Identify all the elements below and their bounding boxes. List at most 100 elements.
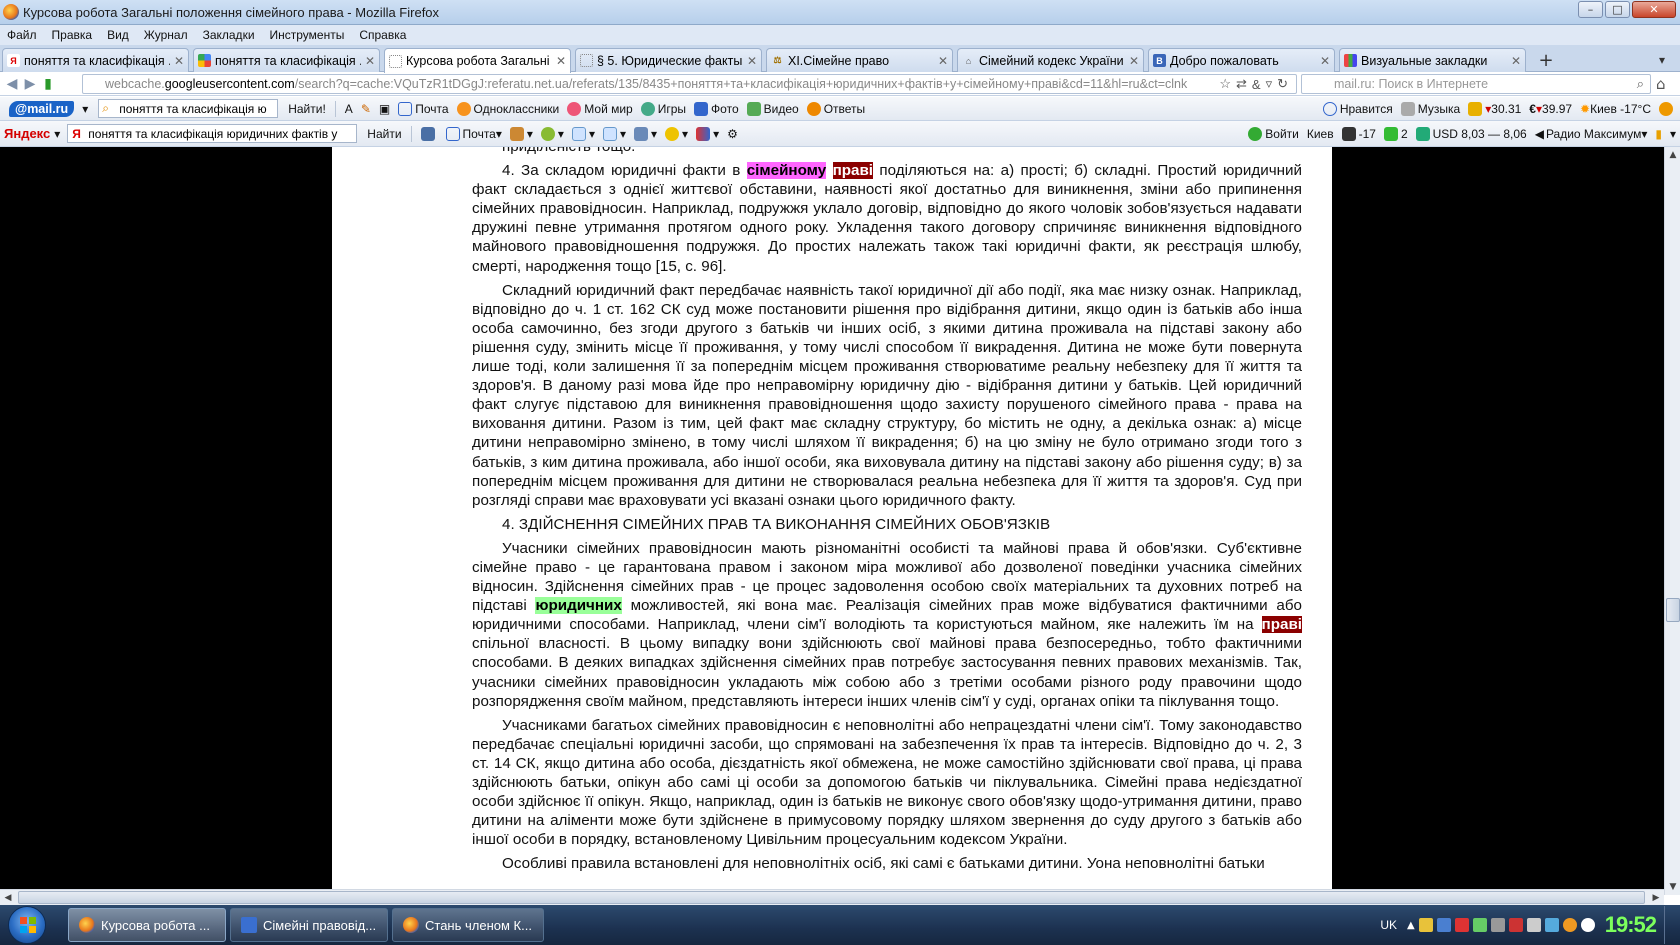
menu-bookmarks[interactable]: Закладки — [203, 28, 255, 42]
scroll-up-icon[interactable]: ▲ — [1665, 147, 1680, 163]
yandex-logo[interactable]: Яндекс — [4, 126, 50, 141]
tab-list-icon[interactable]: ▾ — [1650, 49, 1674, 71]
screenshot-icon[interactable]: ▣ — [375, 102, 394, 116]
spellcheck-icon[interactable]: ▾ — [568, 126, 599, 141]
scroll-down-icon[interactable]: ▼ — [1665, 879, 1680, 895]
show-desktop-button[interactable] — [1664, 906, 1674, 944]
screen-tool-icon[interactable]: ▾ — [630, 126, 661, 141]
tray-expand-icon[interactable]: ▲ — [1407, 920, 1415, 931]
tray-app-icon[interactable] — [1508, 918, 1523, 932]
toolbar-moi-mir-link[interactable]: Мой мир — [563, 101, 636, 116]
tab-close-icon[interactable]: ✕ — [365, 54, 375, 68]
toolbar-photo-link[interactable]: Фото — [690, 101, 743, 116]
login-button[interactable]: Войти — [1244, 126, 1303, 141]
radio-widget[interactable]: ◀ Радио Максимум ▾ — [1531, 127, 1652, 141]
tab-6[interactable]: ⌂ Сімейний кодекс України | ... ✕ — [957, 48, 1144, 72]
translate-tool-icon[interactable]: ▾ — [599, 126, 630, 141]
tab-2[interactable]: поняття та класифікація ... ✕ — [193, 48, 380, 72]
translate-icon[interactable]: ⇄ — [1236, 76, 1247, 92]
taskbar-word-task[interactable]: Сімейні правовід... — [230, 908, 388, 942]
close-button[interactable]: ✕ — [1632, 1, 1676, 18]
font-size-icon[interactable]: A — [341, 102, 357, 116]
usd-rate[interactable]: ▾ 30.31 — [1464, 101, 1525, 116]
tab-close-icon[interactable]: ✕ — [938, 54, 948, 68]
taskbar-firefox-task-2[interactable]: Стань членом К... — [392, 908, 544, 942]
reload-icon[interactable]: ↻ — [1277, 76, 1288, 92]
tray-app-icon[interactable] — [1454, 918, 1469, 932]
tray-app-icon[interactable] — [1472, 918, 1487, 932]
scroll-thumb[interactable] — [1666, 598, 1680, 622]
clock[interactable]: 19:52 — [1605, 912, 1657, 938]
tab-close-icon[interactable]: ✕ — [1511, 54, 1521, 68]
tray-app-icon[interactable] — [1544, 918, 1559, 932]
tab-7[interactable]: B Добро пожаловать ✕ — [1148, 48, 1335, 72]
currency-widget[interactable]: USD 8,03 — 8,06 — [1412, 126, 1531, 141]
volume-icon[interactable] — [1526, 918, 1541, 932]
star-icon[interactable]: ☆ — [1219, 76, 1231, 92]
yandex-mail-button[interactable]: Почта ▾ — [442, 126, 506, 141]
home-icon[interactable]: ⌂ — [1656, 75, 1674, 93]
network-icon[interactable] — [1490, 918, 1505, 932]
tab-4[interactable]: § 5. Юридические факты ... ✕ — [575, 48, 762, 72]
language-indicator[interactable]: UK — [1380, 918, 1397, 932]
favorites-icon[interactable]: ▾ — [537, 126, 568, 141]
menu-file[interactable]: Файл — [7, 28, 37, 42]
toolbar-mail-link[interactable]: Почта — [394, 101, 452, 116]
weather-temp[interactable]: -17 — [1338, 126, 1380, 141]
toolbar-like-link[interactable]: Нравится — [1319, 101, 1397, 116]
menu-history[interactable]: Журнал — [144, 28, 188, 42]
bookmark-icon[interactable] — [417, 126, 442, 141]
tab-close-icon[interactable]: ✕ — [556, 54, 566, 68]
mailru-logo[interactable]: @mail.ru — [9, 100, 75, 117]
menu-tools[interactable]: Инструменты — [270, 28, 345, 42]
tab-close-icon[interactable]: ✕ — [1320, 54, 1330, 68]
taskbar-firefox-task[interactable]: Курсова робота ... — [68, 908, 226, 942]
toolbar-overflow-icon[interactable]: ▾ — [1666, 127, 1680, 141]
tray-app-icon[interactable] — [1418, 918, 1433, 932]
market-icon[interactable]: ▾ — [506, 126, 537, 141]
book-icon[interactable]: ▾ — [692, 126, 723, 141]
yandex-find-button[interactable]: Найти — [363, 127, 405, 141]
search-input[interactable]: mail.ru: Поиск в Интернете ⌕ — [1301, 74, 1651, 94]
toolbar-music-link[interactable]: Музыка — [1397, 101, 1464, 116]
tray-app-icon[interactable] — [1562, 918, 1577, 932]
city-label[interactable]: Киев — [1303, 127, 1338, 141]
toolbar-settings-icon[interactable] — [1655, 101, 1680, 116]
tab-close-icon[interactable]: ✕ — [174, 54, 184, 68]
ampersand-icon[interactable]: & — [1252, 77, 1261, 92]
minimize-button[interactable]: – — [1578, 1, 1603, 18]
menu-view[interactable]: Вид — [107, 28, 129, 42]
tab-8[interactable]: Визуальные закладки ✕ — [1339, 48, 1526, 72]
forward-icon[interactable]: ▶ — [21, 75, 39, 93]
scroll-left-icon[interactable]: ◀ — [0, 890, 16, 905]
scroll-right-icon[interactable]: ▶ — [1648, 890, 1664, 905]
toolbar-answers-link[interactable]: Ответы — [803, 101, 869, 116]
scroll-thumb-horizontal[interactable] — [18, 891, 1645, 904]
maximize-button[interactable]: □ — [1605, 1, 1630, 18]
tab-close-icon[interactable]: ✕ — [1129, 54, 1139, 68]
start-button[interactable] — [8, 906, 46, 944]
dropdown-icon[interactable]: ▿ — [1266, 76, 1273, 92]
search-icon[interactable]: ⌕ — [1637, 76, 1644, 92]
yandex-menu-icon[interactable]: ▾ — [50, 127, 64, 141]
mailru-find-button[interactable]: Найти! — [284, 102, 330, 116]
menu-help[interactable]: Справка — [359, 28, 406, 42]
toolbar-odnoklassniki-link[interactable]: Одноклассники — [453, 101, 564, 116]
vertical-scrollbar[interactable]: ▲ ▼ — [1664, 147, 1680, 895]
comment-icon[interactable]: ▾ — [661, 126, 692, 141]
toolbar-games-link[interactable]: Игры — [637, 101, 690, 116]
back-icon[interactable]: ◀ — [3, 75, 21, 93]
mailru-menu-icon[interactable]: ▾ — [78, 102, 92, 116]
url-bar[interactable]: webcache. googleusercontent.com/search?q=… — [82, 74, 1297, 94]
yandex-search-input[interactable]: Я поняття та класифікація юридичних факт… — [67, 124, 358, 143]
toolbar-video-link[interactable]: Видео — [743, 101, 803, 116]
tab-3-active[interactable]: Курсова робота Загальні п... ✕ — [384, 48, 571, 73]
horizontal-scrollbar[interactable]: ◀ ▶ — [0, 889, 1664, 905]
eur-rate[interactable]: € ▾ 39.97 — [1525, 102, 1576, 116]
tab-1[interactable]: Я поняття та класифікація ... ✕ — [2, 48, 189, 72]
tray-app-icon[interactable] — [1580, 918, 1595, 932]
menu-edit[interactable]: Правка — [52, 28, 93, 42]
gear-icon[interactable]: ⚙ — [723, 127, 742, 141]
mailru-search-input[interactable]: ⌕ поняття та класифікація ю — [98, 99, 279, 118]
tab-5[interactable]: ⚖ XI.Сімейне право ✕ — [766, 48, 953, 72]
